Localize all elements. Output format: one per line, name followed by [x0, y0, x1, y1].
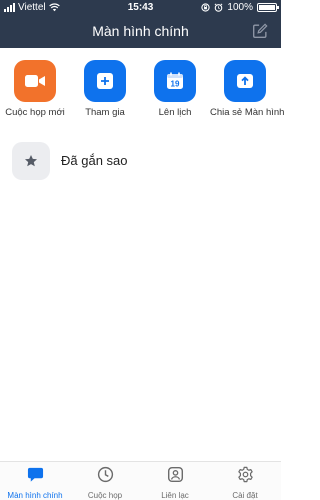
schedule-label: Lên lịch [158, 107, 192, 118]
top-header: Viettel 15:43 100% Màn hình chính [0, 0, 281, 48]
join-label: Tham gia [85, 107, 125, 118]
calendar-day: 19 [171, 80, 180, 89]
share-screen-tile[interactable] [224, 60, 266, 102]
page-title: Màn hình chính [92, 23, 189, 39]
status-right: 100% [201, 2, 279, 13]
schedule-button[interactable]: 19 Lên lịch [140, 60, 210, 118]
contact-icon [167, 466, 183, 483]
tab-contacts-label: Liên lạc [161, 491, 189, 500]
gear-icon [237, 466, 253, 483]
battery-percent: 100% [227, 2, 253, 13]
share-screen-icon [237, 74, 253, 88]
tab-settings-label: Cài đặt [232, 491, 258, 500]
calendar-icon: 19 [167, 72, 183, 89]
status-bar: Viettel 15:43 100% [0, 0, 281, 16]
starred-row[interactable]: Đã gắn sao [12, 142, 272, 182]
clock-icon [97, 466, 113, 483]
battery-icon [257, 3, 279, 12]
plus-icon [97, 73, 113, 89]
new-meeting-tile[interactable] [14, 60, 56, 102]
edit-icon[interactable] [251, 22, 269, 40]
starred-tile[interactable] [12, 142, 50, 180]
share-screen-label: Chia sẻ Màn hình [210, 107, 285, 118]
alarm-icon [215, 3, 223, 12]
tab-home-label: Màn hình chính [7, 491, 63, 500]
star-icon [25, 155, 37, 167]
tab-contacts[interactable]: Liên lạc [140, 466, 210, 500]
tab-meetings[interactable]: Cuộc họp [70, 466, 140, 500]
new-meeting-button[interactable]: Cuộc họp mới [0, 60, 70, 118]
starred-label: Đã gắn sao [61, 153, 128, 168]
battery-fill [259, 5, 275, 10]
tab-settings[interactable]: Cài đặt [210, 466, 280, 500]
action-row: Cuộc họp mới Tham gia 19 Lên lịch Chia s… [0, 60, 285, 120]
rotation-lock-icon [201, 3, 211, 12]
tab-home[interactable]: Màn hình chính [0, 466, 70, 500]
schedule-tile[interactable]: 19 [154, 60, 196, 102]
video-camera-icon [25, 75, 45, 87]
chat-bubble-icon [27, 467, 43, 482]
join-button[interactable]: Tham gia [70, 60, 140, 118]
tab-meetings-label: Cuộc họp [87, 491, 123, 500]
tab-bar: Màn hình chính Cuộc họp Liên lạc Cài đặt [0, 461, 281, 500]
new-meeting-label: Cuộc họp mới [5, 107, 65, 118]
join-tile[interactable] [84, 60, 126, 102]
share-screen-button[interactable]: Chia sẻ Màn hình [210, 60, 285, 118]
